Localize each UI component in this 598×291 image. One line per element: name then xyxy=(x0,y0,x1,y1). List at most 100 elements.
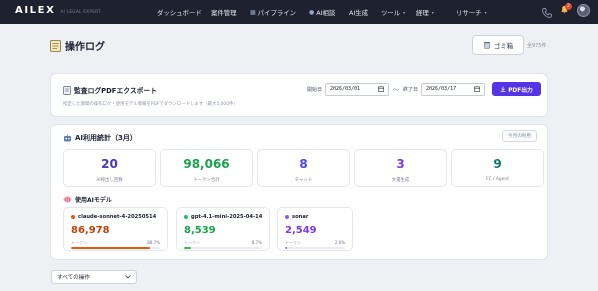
model-share-fill xyxy=(71,247,150,249)
nav-item-label: 経理 xyxy=(416,9,429,17)
model-share-bar xyxy=(71,247,160,249)
model-name: claude-sonnet-4-20250514 xyxy=(78,214,157,220)
top-nav: AILEX AI LEGAL EXPERT ダッシュボード 案件管理 ▦ パイプライン… xyxy=(0,0,598,24)
start-date-label: 開始日 xyxy=(306,86,322,93)
chevron-down-icon: ▾ xyxy=(431,10,434,15)
models-title: 使用AIモデル xyxy=(75,197,112,204)
model-token-label: トークン xyxy=(71,240,87,245)
stat-value: 8 xyxy=(299,157,308,171)
model-share-bar xyxy=(184,247,262,249)
audit-export-heading: 監査ログPDFエクスポート xyxy=(63,85,157,95)
page-header: 操作ログ xyxy=(50,38,105,53)
stat-value: 98,066 xyxy=(183,157,230,171)
range-separator: 〜 xyxy=(392,86,399,94)
model-card: gpt-4.1-mini-2025-04-14 8,539 トークン 8.7% xyxy=(176,207,270,251)
model-percentage: 88.7% xyxy=(147,240,160,245)
nav-item-2[interactable]: ▦ パイプライン xyxy=(250,8,296,17)
ai-usage-card: AI利用統計（3月） 今月の利用 20 AI呼出し回数 98,066 トークン合計 8 チ… xyxy=(50,124,548,260)
nav-item-label: AI相談 xyxy=(316,9,336,17)
this-month-button[interactable]: 今月の利用 xyxy=(502,130,537,142)
chevron-down-icon xyxy=(125,275,131,279)
phone-icon[interactable] xyxy=(541,4,553,18)
stat-card: 20 AI呼出し回数 xyxy=(63,149,156,187)
nav-item-label: リサーチ xyxy=(456,9,482,17)
start-date-value: 2026/03/01 xyxy=(329,86,361,92)
model-dot-icon xyxy=(285,215,289,219)
chart-icon: ▦ xyxy=(250,9,256,16)
page-title: 操作ログ xyxy=(65,42,105,53)
document-icon xyxy=(63,85,71,95)
nav-item-0[interactable]: ダッシュボード xyxy=(157,8,202,17)
end-date-value: 2026/03/17 xyxy=(426,86,457,92)
model-token-value: 86,978 xyxy=(71,225,110,236)
end-date-label: 終了日 xyxy=(402,86,418,93)
nav-item-label: パイプライン xyxy=(257,9,297,17)
nav-right-controls: 2 xyxy=(541,3,590,18)
model-name-row: gpt-4.1-mini-2025-04-14 xyxy=(184,214,262,220)
stat-card: 9 FC / Agent xyxy=(451,149,544,187)
total-count: 全975件 xyxy=(527,43,547,49)
stat-label: AI呼出し回数 xyxy=(96,178,123,183)
date-range: 開始日 2026/03/01 〜 終了日 2026/03/17 PDF出力 xyxy=(307,82,541,96)
nav-item-5[interactable]: ツール ▾ xyxy=(381,8,405,17)
stat-card: 98,066 トークン合計 xyxy=(160,149,253,187)
chevron-down-icon: ▾ xyxy=(484,10,487,15)
stat-label: チャット xyxy=(294,178,313,183)
model-share-fill xyxy=(184,247,191,249)
model-share-bar xyxy=(285,247,345,249)
nav-item-3[interactable]: ● AI相談 xyxy=(309,8,335,17)
models-heading: 使用AIモデル xyxy=(63,195,112,204)
stat-card: 3 文書生成 xyxy=(354,149,447,187)
model-token-label: トークン xyxy=(184,240,200,245)
stat-value: 9 xyxy=(493,157,502,171)
trash-button-label: ゴミ箱 xyxy=(493,41,514,50)
robot-icon xyxy=(64,134,71,142)
ai-usage-heading: AI利用統計（3月） xyxy=(63,133,137,143)
brand-logo[interactable]: AILEX AI LEGAL EXPERT xyxy=(15,5,101,16)
pdf-export-label: PDF出力 xyxy=(508,87,533,94)
operation-filter-value: すべての操作 xyxy=(57,275,90,281)
notification-badge: 2 xyxy=(565,3,572,10)
model-share-fill xyxy=(285,247,287,249)
nav-item-label: 案件管理 xyxy=(211,9,237,17)
nav-item-6[interactable]: 経理 ▾ xyxy=(416,8,434,17)
stat-value: 3 xyxy=(396,157,405,171)
nav-item-1[interactable]: 案件管理 xyxy=(211,8,237,17)
notifications-button[interactable]: 2 xyxy=(559,3,572,17)
brain-icon xyxy=(63,196,72,203)
model-token-value: 8,539 xyxy=(184,225,216,236)
nav-item-7[interactable]: リサーチ ▾ xyxy=(456,8,487,17)
trash-icon xyxy=(483,42,490,49)
pdf-export-button[interactable]: PDF出力 xyxy=(492,82,541,96)
stat-label: トークン合計 xyxy=(193,178,220,183)
model-card: claude-sonnet-4-20250514 86,978 トークン 88.7% xyxy=(63,207,168,251)
start-date-input[interactable]: 2026/03/01 xyxy=(324,82,389,96)
model-name-row: claude-sonnet-4-20250514 xyxy=(71,214,156,220)
model-dot-icon xyxy=(71,215,75,219)
calendar-icon[interactable] xyxy=(377,86,384,92)
ai-usage-title: AI利用統計（3月） xyxy=(75,134,137,142)
stat-label: 文書生成 xyxy=(391,178,410,183)
brand-name: AILEX xyxy=(15,5,56,16)
stat-card: 8 チャット xyxy=(257,149,350,187)
calendar-icon[interactable] xyxy=(474,86,480,92)
end-date-input[interactable]: 2026/03/17 xyxy=(421,82,485,96)
model-card: sonar 2,549 トークン 2.6% xyxy=(277,207,353,251)
chat-icon: ● xyxy=(309,9,315,16)
nav-item-4[interactable]: AI生成 xyxy=(349,8,368,17)
model-dot-icon xyxy=(184,215,188,219)
model-token-value: 2,549 xyxy=(285,225,317,236)
nav-item-label: ダッシュボード xyxy=(157,9,202,17)
model-name-row: sonar xyxy=(285,214,308,220)
brand-subtitle: AI LEGAL EXPERT xyxy=(60,9,101,14)
trash-button[interactable]: ゴミ箱 xyxy=(472,35,524,55)
model-name: gpt-4.1-mini-2025-04-14 xyxy=(191,214,263,220)
audit-export-title: 監査ログPDFエクスポート xyxy=(74,87,158,95)
nav-item-label: ツール xyxy=(381,9,401,17)
document-icon xyxy=(50,39,61,52)
operation-filter-select[interactable]: すべての操作 xyxy=(51,270,137,284)
avatar[interactable] xyxy=(577,3,590,17)
model-token-label: トークン xyxy=(285,240,301,245)
download-icon xyxy=(500,86,506,92)
chevron-down-icon: ▾ xyxy=(403,10,406,15)
